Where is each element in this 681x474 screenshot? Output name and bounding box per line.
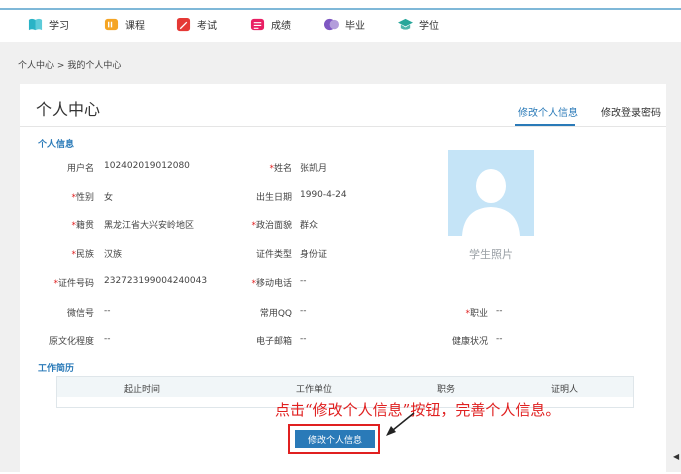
value-qq: --: [300, 306, 307, 316]
nav-item-label: 考试: [197, 21, 217, 32]
value-wechat: --: [104, 306, 111, 316]
section-title-personal-info: 个人信息: [38, 140, 75, 150]
personal-center-card: 个人中心 修改个人信息 修改登录密码 个人信息 用户名 102402019012…: [20, 84, 666, 474]
label-occupation: *职业: [465, 309, 488, 319]
label-id-number: *证件号码: [53, 279, 94, 289]
value-occupation: --: [496, 306, 503, 316]
label-native-place: *籍贯: [71, 221, 94, 231]
label-political-status: *政治面貌: [251, 221, 292, 231]
nav-item-study[interactable]: 学习: [28, 17, 69, 32]
value-email: --: [300, 334, 307, 344]
breadcrumb-root[interactable]: 个人中心: [18, 61, 54, 71]
label-gender: *性别: [71, 193, 94, 203]
value-id-number: 232723199004240043: [104, 276, 208, 286]
breadcrumb-separator: >: [56, 61, 65, 71]
student-photo: [448, 150, 534, 236]
course-icon: [104, 18, 119, 31]
graduation-icon: [324, 18, 339, 31]
label-wechat: 微信号: [66, 309, 94, 319]
label-id-type: 证件类型: [255, 250, 292, 260]
value-username: 102402019012080: [104, 161, 190, 171]
nav-item-exam[interactable]: 考试: [176, 17, 217, 32]
label-username: 用户名: [66, 164, 94, 174]
nav-item-label: 成绩: [271, 21, 291, 32]
photo-caption: 学生照片: [469, 248, 513, 261]
breadcrumb: 个人中心 > 我的个人中心: [18, 58, 121, 71]
value-political-status: 群众: [300, 221, 319, 231]
nav-item-grades[interactable]: 成绩: [250, 17, 291, 32]
label-education: 原文化程度: [48, 337, 94, 347]
value-gender: 女: [104, 193, 114, 203]
book-icon: [28, 18, 43, 31]
breadcrumb-current: 我的个人中心: [67, 61, 122, 71]
value-ethnicity: 汉族: [104, 250, 123, 260]
column-header: 工作单位: [296, 385, 333, 395]
exam-icon: [176, 17, 191, 32]
label-mobile: *移动电话: [251, 279, 292, 289]
label-name: *姓名: [269, 164, 292, 174]
label-health: 健康状况: [451, 337, 488, 347]
value-name: 张凯月: [300, 164, 328, 174]
nav-item-label: 学习: [49, 21, 69, 32]
header-divider: [20, 126, 666, 127]
tab-change-password[interactable]: 修改登录密码: [601, 104, 661, 119]
nav-item-graduation[interactable]: 毕业: [324, 17, 365, 32]
section-title-work-history: 工作简历: [38, 364, 75, 374]
edit-profile-button[interactable]: 修改个人信息: [295, 430, 375, 448]
label-qq: 常用QQ: [259, 309, 292, 319]
column-header: 职务: [437, 385, 456, 395]
value-health: --: [496, 334, 503, 344]
user-silhouette-icon: [462, 169, 520, 236]
label-birthdate: 出生日期: [255, 193, 292, 203]
value-mobile: --: [300, 276, 307, 286]
page-title: 个人中心: [36, 100, 101, 119]
scroll-arrow-icon[interactable]: ◀: [673, 452, 679, 461]
instruction-annotation: 点击“修改个人信息”按钮，完善个人信息。: [275, 401, 561, 419]
nav-item-label: 学位: [419, 21, 439, 32]
nav-item-degree[interactable]: 学位: [398, 17, 439, 32]
degree-cap-icon: [398, 18, 413, 30]
nav-item-course[interactable]: 课程: [104, 17, 145, 32]
value-id-type: 身份证: [300, 250, 328, 260]
column-header: 起止时间: [124, 385, 161, 395]
tab-edit-profile[interactable]: 修改个人信息: [518, 104, 578, 119]
nav-item-label: 毕业: [345, 21, 365, 32]
top-nav: 学习 课程 考试 成绩 毕业 学位: [0, 10, 681, 42]
column-header: 证明人: [551, 385, 579, 395]
work-history-table-header: 起止时间 工作单位 职务 证明人: [56, 376, 634, 398]
value-education: --: [104, 334, 111, 344]
grade-icon: [250, 18, 265, 31]
value-native-place: 黑龙江省大兴安岭地区: [104, 221, 195, 231]
nav-item-label: 课程: [125, 21, 145, 32]
label-ethnicity: *民族: [71, 250, 94, 260]
label-email: 电子邮箱: [255, 337, 292, 347]
value-birthdate: 1990-4-24: [300, 190, 347, 200]
